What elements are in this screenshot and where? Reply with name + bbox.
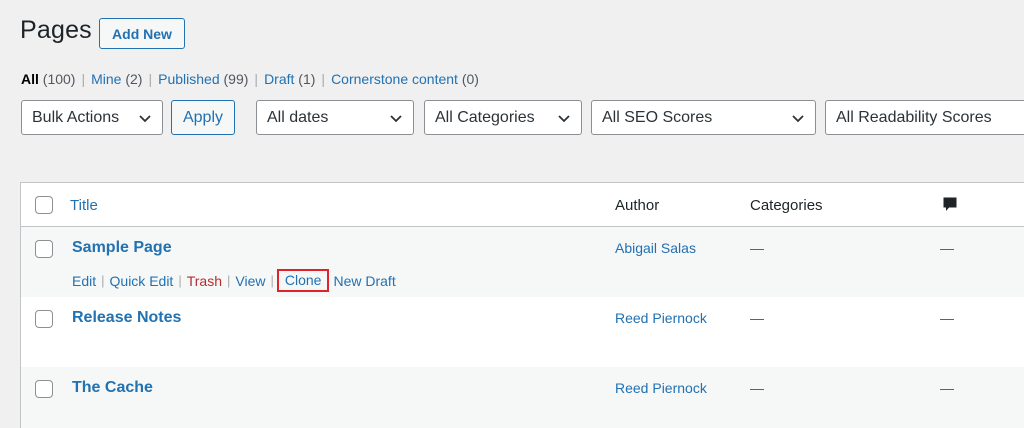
row-categories: — (750, 380, 764, 396)
filter-cornerstone-count: (0) (461, 71, 479, 87)
dates-select[interactable]: All dates (256, 100, 414, 135)
add-new-button[interactable]: Add New (99, 18, 185, 49)
separator: | (227, 273, 231, 288)
row-comments: — (940, 240, 954, 256)
row-author-link[interactable]: Reed Piernock (615, 310, 707, 326)
select-all-checkbox[interactable] (35, 196, 53, 214)
edit-link[interactable]: Edit (72, 273, 96, 289)
separator: | (81, 71, 86, 87)
separator: | (254, 71, 259, 87)
chevron-down-icon (139, 115, 151, 123)
chevron-down-icon (390, 115, 402, 123)
table-header: Title Author Categories (21, 183, 1024, 227)
row-comments: — (940, 310, 954, 326)
row-title-link[interactable]: Release Notes (72, 309, 181, 327)
row-checkbox[interactable] (35, 310, 53, 328)
row-author-link[interactable]: Reed Piernock (615, 380, 707, 396)
row-checkbox[interactable] (35, 380, 53, 398)
seo-scores-select[interactable]: All SEO Scores (591, 100, 816, 135)
chevron-down-icon (558, 115, 570, 123)
row-comments: — (940, 380, 954, 396)
row-categories: — (750, 240, 764, 256)
filter-published-count: (99) (223, 71, 249, 87)
filter-cornerstone[interactable]: Cornerstone content (331, 71, 458, 87)
separator: | (321, 71, 326, 87)
chevron-down-icon (792, 115, 804, 123)
filter-mine[interactable]: Mine (91, 71, 121, 87)
filter-published[interactable]: Published (158, 71, 220, 87)
filter-draft-count: (1) (298, 71, 316, 87)
categories-label: All Categories (435, 108, 535, 126)
column-author: Author (615, 197, 660, 214)
separator: | (270, 273, 274, 288)
filter-mine-count: (2) (125, 71, 143, 87)
readability-scores-label: All Readability Scores (836, 108, 992, 126)
table-row: Release Notes Reed Piernock — — (21, 297, 1024, 367)
view-link[interactable]: View (235, 273, 265, 289)
categories-select[interactable]: All Categories (424, 100, 582, 135)
quick-edit-link[interactable]: Quick Edit (110, 273, 174, 289)
row-author-link[interactable]: Abigail Salas (615, 240, 696, 256)
row-title-link[interactable]: The Cache (72, 379, 153, 397)
readability-scores-select[interactable]: All Readability Scores (825, 100, 1024, 135)
dates-label: All dates (267, 108, 329, 126)
filter-all[interactable]: All (21, 71, 39, 87)
pages-table: Title Author Categories Sample Page Edit… (20, 182, 1024, 428)
filter-all-count: (100) (42, 71, 76, 87)
row-checkbox[interactable] (35, 240, 53, 258)
new-draft-link[interactable]: New Draft (333, 273, 395, 289)
trash-link[interactable]: Trash (187, 273, 222, 289)
table-row: The Cache Reed Piernock — — (21, 367, 1024, 428)
separator: | (178, 273, 182, 288)
row-actions: Edit | Quick Edit | Trash | View | Clone… (72, 269, 396, 292)
column-title[interactable]: Title (70, 197, 98, 214)
seo-scores-label: All SEO Scores (602, 108, 713, 126)
clone-link[interactable]: Clone (276, 269, 330, 292)
table-row: Sample Page Edit | Quick Edit | Trash | … (21, 227, 1024, 297)
column-categories: Categories (750, 197, 823, 214)
bulk-actions-label: Bulk Actions (32, 108, 120, 126)
comment-icon[interactable] (942, 196, 958, 214)
filter-draft[interactable]: Draft (264, 71, 294, 87)
separator: | (101, 273, 105, 288)
separator: | (148, 71, 153, 87)
apply-button[interactable]: Apply (171, 100, 235, 135)
row-categories: — (750, 310, 764, 326)
page-title: Pages (20, 16, 92, 44)
view-filters: All (100) | Mine (2) | Published (99) | Draft … (21, 71, 479, 87)
row-title-link[interactable]: Sample Page (72, 239, 172, 257)
bulk-actions-select[interactable]: Bulk Actions (21, 100, 163, 135)
